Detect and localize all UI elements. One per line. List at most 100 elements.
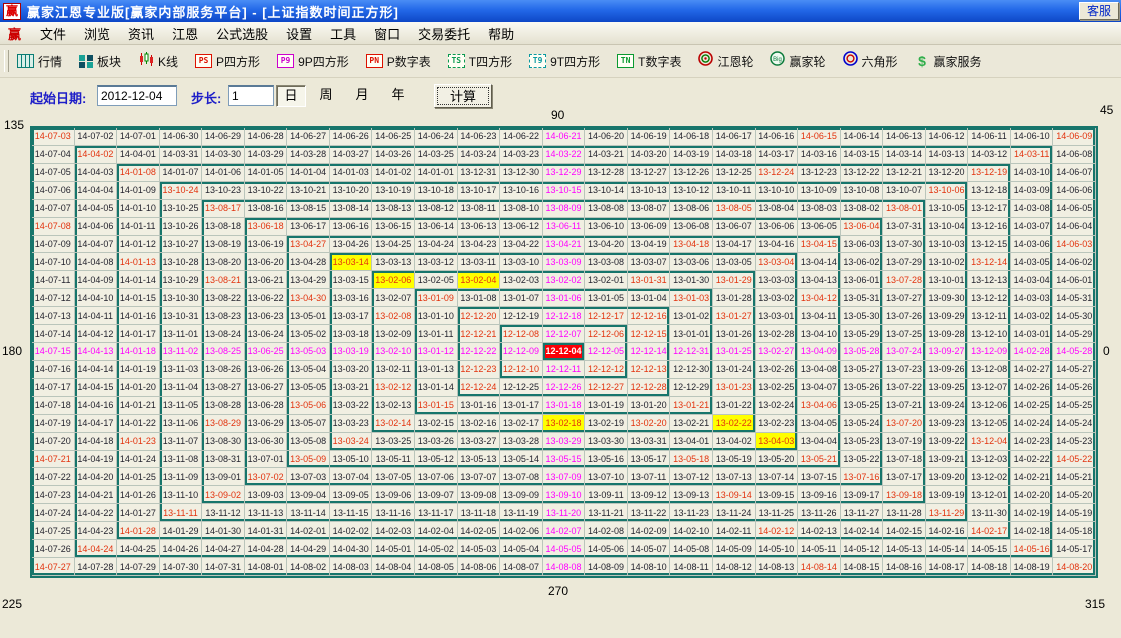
date-cell[interactable]: 14-06-17 [713,128,756,146]
date-cell[interactable]: 12-12-09 [500,343,543,361]
date-cell[interactable]: 13-05-11 [372,451,415,469]
date-cell[interactable]: 14-03-31 [160,146,203,164]
date-cell[interactable]: 14-08-02 [287,558,330,576]
date-cell[interactable]: 14-02-16 [926,522,969,540]
date-cell[interactable]: 13-07-25 [883,325,926,343]
toolbar-button-赢家服务[interactable]: $赢家服务 [915,53,982,70]
date-cell[interactable]: 14-03-09 [1011,182,1054,200]
date-cell[interactable]: 13-04-11 [798,307,841,325]
date-cell[interactable]: 13-04-12 [798,289,841,307]
date-cell[interactable]: 13-06-05 [798,218,841,236]
date-cell[interactable]: 12-12-28 [628,379,671,397]
date-cell[interactable]: 14-08-09 [585,558,628,576]
date-cell[interactable]: 13-10-27 [160,236,203,254]
date-cell[interactable]: 14-06-08 [1053,146,1096,164]
date-cell[interactable]: 13-06-04 [841,218,884,236]
date-cell[interactable]: 13-08-28 [202,397,245,415]
date-cell[interactable]: 14-05-25 [1053,397,1096,415]
date-cell[interactable]: 13-06-08 [670,218,713,236]
date-cell[interactable]: 13-01-14 [415,379,458,397]
date-cell[interactable]: 13-02-08 [372,307,415,325]
date-cell[interactable]: 14-07-04 [32,146,75,164]
toolbar-button-江恩轮[interactable]: 江恩轮 [698,51,753,71]
date-cell[interactable]: 14-08-08 [543,558,586,576]
date-cell[interactable]: 13-12-12 [968,289,1011,307]
date-cell[interactable]: 14-03-14 [883,146,926,164]
date-cell[interactable]: 14-04-09 [75,271,118,289]
menu-item-交易委托[interactable]: 交易委托 [409,22,479,45]
date-cell[interactable]: 13-07-18 [883,451,926,469]
date-cell[interactable]: 14-05-12 [841,540,884,558]
date-cell[interactable]: 13-04-26 [330,236,373,254]
date-cell[interactable]: 13-01-20 [628,397,671,415]
date-cell[interactable]: 14-05-19 [1053,504,1096,522]
date-cell[interactable]: 13-07-31 [883,218,926,236]
date-cell[interactable]: 14-05-22 [1053,451,1096,469]
date-cell[interactable]: 14-08-14 [798,558,841,576]
date-cell[interactable]: 13-02-17 [500,415,543,433]
date-cell[interactable]: 14-02-04 [415,522,458,540]
date-cell[interactable]: 12-12-25 [500,379,543,397]
date-cell[interactable]: 13-04-15 [798,236,841,254]
date-cell[interactable]: 13-11-11 [160,504,203,522]
date-cell[interactable]: 12-12-26 [543,379,586,397]
date-cell[interactable]: 14-04-20 [75,468,118,486]
date-cell[interactable]: 14-05-01 [372,540,415,558]
date-cell[interactable]: 13-01-31 [628,271,671,289]
date-cell[interactable]: 13-01-09 [415,289,458,307]
date-cell[interactable]: 14-02-08 [585,522,628,540]
date-cell[interactable]: 13-09-20 [926,468,969,486]
date-cell[interactable]: 13-04-27 [287,236,330,254]
date-cell[interactable]: 14-06-20 [585,128,628,146]
date-cell[interactable]: 13-07-01 [245,451,288,469]
date-cell[interactable]: 13-08-08 [585,200,628,218]
date-cell[interactable]: 13-08-31 [202,451,245,469]
date-cell[interactable]: 13-01-11 [415,325,458,343]
date-cell[interactable]: 14-06-22 [500,128,543,146]
toolbar-button-9P四方形[interactable]: P99P四方形 [277,53,349,70]
date-cell[interactable]: 13-09-24 [926,397,969,415]
date-cell[interactable]: 13-03-08 [585,253,628,271]
date-cell[interactable]: 13-02-09 [372,325,415,343]
date-cell[interactable]: 13-12-21 [883,164,926,182]
toolbar-button-P四方形[interactable]: PSP四方形 [195,53,260,70]
date-cell[interactable]: 14-05-17 [1053,540,1096,558]
date-cell[interactable]: 13-09-25 [926,379,969,397]
date-cell[interactable]: 14-07-14 [32,325,75,343]
toolbar-button-行情[interactable]: 行情 [17,53,62,70]
menu-item-资讯[interactable]: 资讯 [119,22,163,45]
date-cell[interactable]: 14-06-06 [1053,182,1096,200]
date-cell[interactable]: 14-06-01 [1053,271,1096,289]
date-cell[interactable]: 13-10-12 [670,182,713,200]
date-cell[interactable]: 14-05-11 [798,540,841,558]
date-cell[interactable]: 14-03-16 [798,146,841,164]
date-cell[interactable]: 13-10-25 [160,200,203,218]
date-cell[interactable]: 13-07-21 [883,397,926,415]
date-cell[interactable]: 13-04-01 [670,433,713,451]
date-cell[interactable]: 13-06-13 [458,218,501,236]
date-cell[interactable]: 13-06-24 [245,325,288,343]
date-cell[interactable]: 14-03-23 [500,146,543,164]
unit-week-toggle[interactable]: 周 [312,85,340,105]
date-cell[interactable]: 13-03-05 [713,253,756,271]
date-cell[interactable]: 13-04-17 [713,236,756,254]
date-cell[interactable]: 14-06-28 [245,128,288,146]
date-cell[interactable]: 13-04-28 [287,253,330,271]
date-cell[interactable]: 13-10-22 [245,182,288,200]
date-cell[interactable]: 14-04-03 [75,164,118,182]
date-cell[interactable]: 13-03-19 [330,343,373,361]
date-cell[interactable]: 14-06-18 [670,128,713,146]
date-cell[interactable]: 14-06-14 [841,128,884,146]
date-cell[interactable]: 14-03-28 [287,146,330,164]
date-cell[interactable]: 13-09-13 [670,486,713,504]
date-cell[interactable]: 13-06-12 [500,218,543,236]
date-cell[interactable]: 14-05-06 [585,540,628,558]
date-cell[interactable]: 14-02-27 [1011,361,1054,379]
date-cell[interactable]: 13-03-23 [330,415,373,433]
date-cell[interactable]: 14-07-13 [32,307,75,325]
date-cell[interactable]: 13-08-13 [372,200,415,218]
date-cell[interactable]: 14-07-30 [160,558,203,576]
menu-item-公式选股[interactable]: 公式选股 [207,22,277,45]
unit-month-toggle[interactable]: 月 [348,85,376,105]
date-cell[interactable]: 14-01-29 [160,522,203,540]
